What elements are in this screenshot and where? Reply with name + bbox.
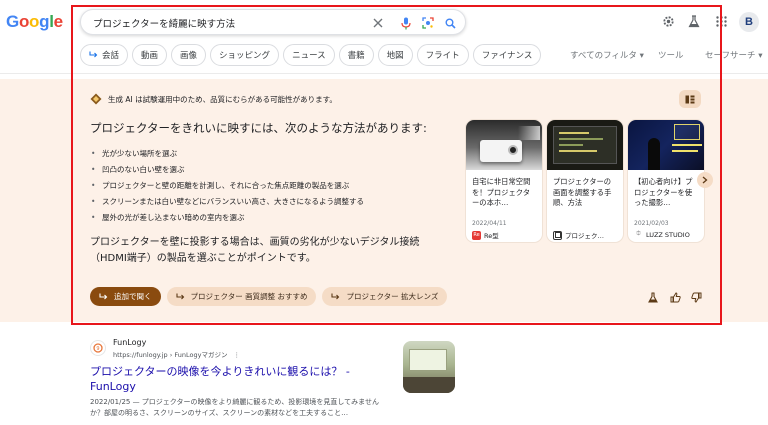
arrow-return-icon: [175, 293, 184, 299]
arrow-return-icon: [331, 293, 340, 299]
site-favicon: 9: [90, 340, 106, 356]
arrow-return-icon: [99, 293, 108, 299]
suggestion-button[interactable]: プロジェクター 画質調整 おすすめ: [166, 287, 317, 306]
source-card[interactable]: 【初心者向け】プロジェクターを使った撮影… 2021/02/03 ⯐ LUZZ …: [628, 120, 704, 242]
tab-conversation[interactable]: 会話: [80, 44, 129, 66]
card-date: 2022/04/11: [472, 220, 507, 227]
search-icon[interactable]: [441, 14, 459, 32]
card-thumbnail: [466, 120, 542, 170]
result-thumbnail[interactable]: [403, 341, 455, 393]
card-source: Re Re型: [472, 230, 499, 240]
search-tabs: 会話 動画 画像 ショッピング ニュース 書籍 地図 フライト ファイナンス: [80, 44, 542, 66]
tab-news[interactable]: ニュース: [283, 44, 335, 66]
card-thumbnail: [628, 120, 704, 170]
all-filters-dropdown[interactable]: すべてのフィルタ ▾: [570, 49, 644, 61]
ai-bullet-list: 光が少ない場所を選ぶ 凹凸のない白い壁を選ぶ プロジェクターと壁の距離を計測し、…: [90, 146, 364, 226]
card-date: [547, 218, 623, 228]
mic-icon[interactable]: [397, 14, 415, 32]
search-box[interactable]: プロジェクターを綺麗に映す方法: [80, 9, 466, 35]
google-logo[interactable]: Google: [6, 12, 63, 32]
follow-up-button[interactable]: 追加で聞く: [90, 287, 161, 306]
tools-button[interactable]: ツール: [658, 49, 684, 61]
tab-flights[interactable]: フライト: [416, 44, 469, 66]
cards-next-button[interactable]: [697, 172, 713, 188]
result-snippet: 2022/01/25 — プロジェクターの映像をより綺麗に観るため、投影環境を見…: [90, 398, 379, 417]
ai-overview-heading: プロジェクターをきれいに映すには、次のような方法があります:: [90, 121, 427, 135]
tab-images[interactable]: 画像: [171, 44, 207, 66]
svg-text:9: 9: [96, 346, 99, 352]
labs-icon[interactable]: [647, 291, 659, 303]
layout-icon: [685, 95, 695, 103]
more-options-icon[interactable]: ⋮: [234, 351, 241, 359]
clear-icon[interactable]: [369, 14, 387, 32]
card-date: 2021/02/03: [634, 220, 669, 227]
result-site-name: FunLogy: [113, 338, 147, 347]
site-logo-icon: ⯐: [634, 229, 643, 239]
search-input[interactable]: プロジェクターを綺麗に映す方法: [93, 16, 235, 30]
safe-search-dropdown[interactable]: セーフサーチ ▾: [705, 49, 762, 61]
avatar[interactable]: B: [739, 12, 759, 32]
thumbs-up-icon[interactable]: [669, 291, 681, 303]
list-item: スクリーンまたは白い壁などにバランスいい高さ、大きさになるよう調整する: [90, 194, 364, 210]
header-divider: [0, 73, 768, 74]
card-title: 自宅に非日常空間を！プロジェクターの本ホ…: [472, 177, 531, 207]
lens-icon[interactable]: [419, 14, 437, 32]
layout-toggle-button[interactable]: [679, 90, 701, 108]
card-source: ⯐ LUZZ STUDIO: [634, 229, 690, 239]
list-item: 光が少ない場所を選ぶ: [90, 146, 364, 162]
apps-icon[interactable]: [713, 13, 729, 29]
card-title: 【初心者向け】プロジェクターを使った撮影…: [634, 177, 693, 207]
list-item: 屋外の光が差し込まない暗めの室内を選ぶ: [90, 210, 364, 226]
thumbs-down-icon[interactable]: [690, 291, 702, 303]
arrow-return-icon: [89, 51, 98, 58]
suggestion-button[interactable]: プロジェクター 拡大レンズ: [322, 287, 448, 306]
ai-overview-paragraph: プロジェクターを壁に投影する場合は、画質の劣化が少ないデジタル接続（HDMI端子…: [90, 237, 420, 264]
card-thumbnail: [547, 120, 623, 170]
list-item: プロジェクターと壁の距離を計測し、それに合った焦点距離の製品を選ぶ: [90, 178, 364, 194]
list-item: 凹凸のない白い壁を選ぶ: [90, 162, 364, 178]
ai-actions: 追加で聞く プロジェクター 画質調整 おすすめ プロジェクター 拡大レンズ: [90, 287, 448, 306]
result-title-link[interactable]: プロジェクターの映像を今よりきれいに観るには？ - FunLogy: [90, 364, 380, 394]
source-card[interactable]: プロジェクターの画面を調整する手順、方法 プロジェク…: [547, 120, 623, 242]
card-source: プロジェク…: [547, 228, 623, 240]
tab-books[interactable]: 書籍: [338, 44, 374, 66]
chevron-right-icon: [702, 176, 708, 184]
labs-icon[interactable]: [686, 13, 702, 29]
result-url: https://funlogy.jp › FunLogyマガジン ⋮: [113, 351, 241, 359]
tab-finance[interactable]: ファイナンス: [472, 44, 542, 66]
ai-spark-icon: [90, 93, 102, 105]
card-title: プロジェクターの画面を調整する手順、方法: [553, 177, 612, 207]
tab-maps[interactable]: 地図: [377, 44, 413, 66]
gear-icon[interactable]: [660, 13, 676, 29]
site-logo-icon: Re: [472, 230, 481, 240]
tab-shopping[interactable]: ショッピング: [210, 44, 280, 66]
ai-notice: 生成 AI は試験運用中のため、品質にむらがある可能性があります。: [90, 93, 337, 105]
site-logo-icon: [553, 230, 562, 240]
source-card[interactable]: 自宅に非日常空間を！プロジェクターの本ホ… 2022/04/11 Re Re型: [466, 120, 542, 242]
tab-videos[interactable]: 動画: [132, 44, 168, 66]
